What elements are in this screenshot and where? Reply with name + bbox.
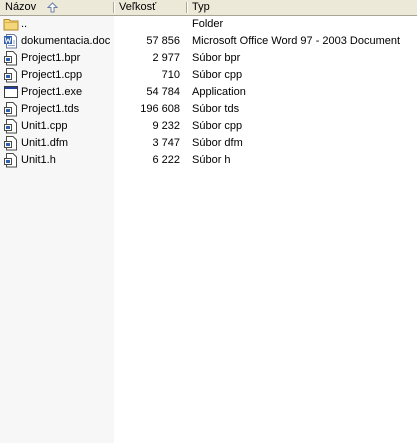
folder-up-icon <box>3 19 19 31</box>
generic-file-icon <box>4 153 17 168</box>
column-header-type-label: Typ <box>192 1 210 13</box>
file-type: Súbor cpp <box>192 69 243 81</box>
file-row[interactable]: .. Folder <box>0 16 417 33</box>
file-size: 54 784 <box>146 86 180 98</box>
generic-file-icon <box>4 102 17 117</box>
application-window-icon <box>4 86 18 98</box>
file-size: 2 977 <box>152 52 180 64</box>
column-header-size[interactable]: Veľkosť <box>114 0 187 15</box>
file-size: 710 <box>161 69 180 81</box>
file-row[interactable]: Project1.tds 196 608 Súbor tds <box>0 101 417 118</box>
file-row[interactable]: Unit1.h 6 222 Súbor h <box>0 152 417 169</box>
file-row[interactable]: dokumentacia.doc 57 856 Microsoft Office… <box>0 33 417 50</box>
file-list: .. Folder dokumentacia.doc 57 856 Micros… <box>0 16 417 169</box>
file-type: Súbor bpr <box>192 52 241 64</box>
generic-file-icon <box>4 136 17 151</box>
file-type: Application <box>192 86 246 98</box>
column-header-bar: Názov Veľkosť Typ <box>0 0 417 16</box>
file-name: Project1.bpr <box>21 52 81 64</box>
file-name: Project1.cpp <box>21 69 83 81</box>
file-type: Súbor cpp <box>192 120 243 132</box>
file-name: Project1.tds <box>21 103 80 115</box>
file-name: dokumentacia.doc <box>21 35 111 47</box>
file-type: Súbor dfm <box>192 137 243 149</box>
column-header-size-label: Veľkosť <box>119 1 157 13</box>
file-size: 9 232 <box>152 120 180 132</box>
file-name: Project1.exe <box>21 86 83 98</box>
sort-up-arrow-icon <box>47 2 58 13</box>
file-row[interactable]: Unit1.cpp 9 232 Súbor cpp <box>0 118 417 135</box>
generic-file-icon <box>4 51 17 66</box>
column-header-type[interactable]: Typ <box>187 0 417 15</box>
file-type: Microsoft Office Word 97 - 2003 Document <box>192 35 401 47</box>
file-size <box>114 16 180 33</box>
generic-file-icon <box>4 68 17 83</box>
file-name: Unit1.cpp <box>21 120 68 132</box>
file-type: Súbor h <box>192 154 231 166</box>
file-row[interactable]: Project1.cpp 710 Súbor cpp <box>0 67 417 84</box>
file-type: Súbor tds <box>192 103 240 115</box>
file-name: .. <box>21 18 28 30</box>
file-size: 3 747 <box>152 137 180 149</box>
file-size: 57 856 <box>146 35 180 47</box>
file-size: 6 222 <box>152 154 180 166</box>
file-name: Unit1.dfm <box>21 137 69 149</box>
column-header-name-label: Názov <box>5 1 37 13</box>
generic-file-icon <box>4 119 17 134</box>
file-row[interactable]: Unit1.dfm 3 747 Súbor dfm <box>0 135 417 152</box>
word-document-icon <box>4 34 17 49</box>
file-row[interactable]: Project1.bpr 2 977 Súbor bpr <box>0 50 417 67</box>
file-size: 196 608 <box>140 103 180 115</box>
file-name: Unit1.h <box>21 154 56 166</box>
file-type: Folder <box>192 18 224 30</box>
file-row[interactable]: Project1.exe 54 784 Application <box>0 84 417 101</box>
